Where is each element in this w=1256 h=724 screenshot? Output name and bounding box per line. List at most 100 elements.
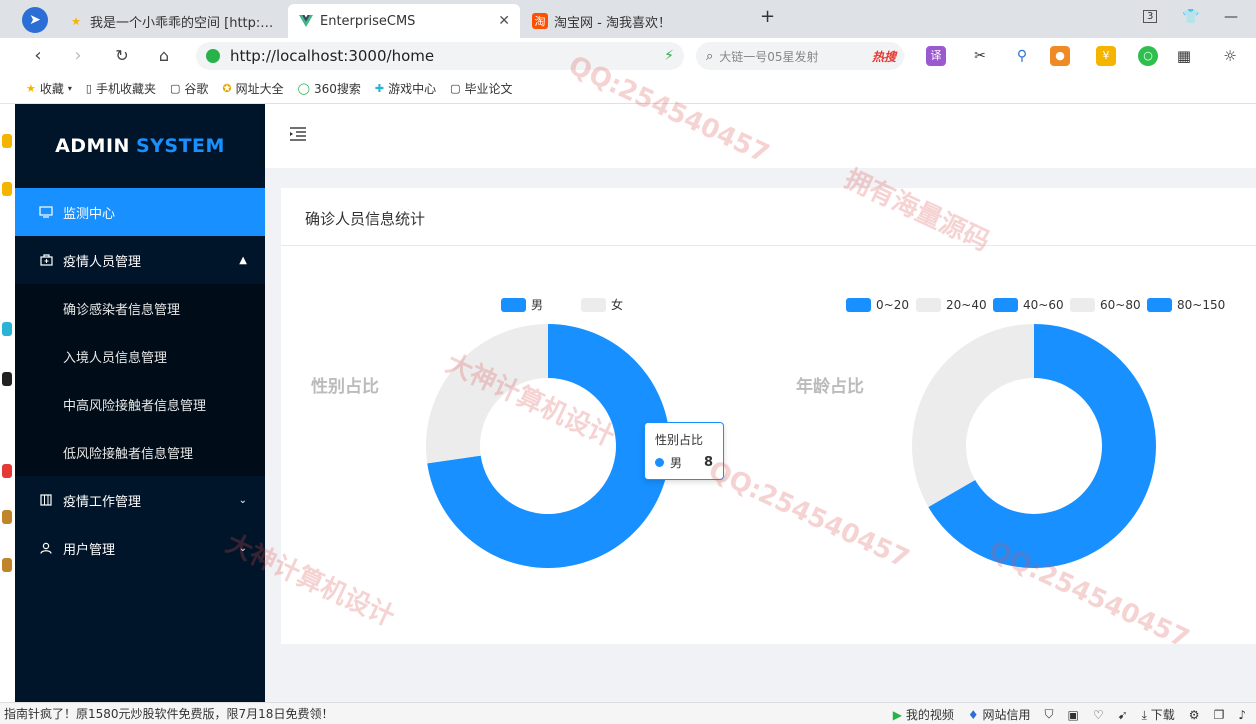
site-credit-button[interactable]: ♦ 网站信用 — [968, 706, 1031, 723]
card-title: 确诊人员信息统计 — [281, 188, 1256, 246]
legend-label: 60~80 — [1100, 298, 1141, 312]
sidebar-item-users[interactable]: 用户管理 ⌄ — [15, 524, 265, 572]
scissors-icon[interactable]: ✂ — [970, 46, 990, 66]
desktop-icon[interactable] — [2, 322, 12, 336]
page-icon: ▢ — [169, 82, 181, 95]
desktop-icon[interactable] — [2, 134, 12, 148]
sidebar-item-inbound[interactable]: 入境人员信息管理 — [15, 332, 265, 380]
legend-label: 20~40 — [946, 298, 987, 312]
app-logo: ADMIN SYSTEM — [55, 135, 225, 157]
forward-icon[interactable]: › — [66, 44, 90, 68]
legend-label: 0~20 — [876, 298, 909, 312]
main-content: 确诊人员信息统计 性别占比 男 女年龄占比 0~20 20~40 40~60 60~80 80… — [265, 168, 1256, 702]
search-input[interactable]: ⌕ 大链一号05星发射 热搜 — [696, 42, 904, 70]
desktop-icon[interactable] — [2, 464, 12, 478]
legend-swatch — [916, 298, 941, 312]
tab-enterprisecms[interactable]: EnterpriseCMS ✕ — [288, 4, 520, 38]
drop-icon: ♦ — [967, 708, 979, 722]
browser-logo-icon[interactable]: ➤ — [22, 7, 48, 33]
search-360-icon: ◯ — [297, 82, 310, 95]
apps-grid-icon[interactable]: ▦ — [1174, 46, 1194, 66]
theme-sun-icon[interactable]: ☼ — [1220, 46, 1240, 66]
video-icon: ▶ — [892, 708, 902, 722]
minimize-icon[interactable]: — — [1224, 9, 1238, 25]
sidebar-item-epidemic-work[interactable]: 疫情工作管理 ⌄ — [15, 476, 265, 524]
translate-icon[interactable]: 译 — [926, 46, 946, 66]
charts-svg: 性别占比 男 女年龄占比 0~20 20~40 40~60 60~80 80~150 — [311, 297, 1225, 568]
bookmark-favorites[interactable]: ★ 收藏 ▾ — [26, 80, 72, 97]
sidebar-item-high-risk[interactable]: 中高风险接触者信息管理 — [15, 380, 265, 428]
settings-icon[interactable]: ⚙ — [1189, 708, 1200, 722]
sidebar-item-low-risk[interactable]: 低风险接触者信息管理 — [15, 428, 265, 476]
game-icon: ✚ — [374, 82, 385, 95]
close-tab-icon[interactable]: ✕ — [498, 13, 510, 29]
reload-icon[interactable]: ↻ — [110, 44, 134, 68]
restore-window-icon[interactable]: ❐ — [1214, 708, 1225, 722]
pie-slice-女 — [426, 324, 548, 464]
medkit-icon — [39, 253, 53, 267]
tab-qzone[interactable]: ★ 我是一个小乖乖的空间 [http://2 — [58, 4, 286, 38]
page-icon: ▢ — [450, 82, 461, 95]
secure-icon — [206, 49, 220, 63]
sound-icon[interactable]: ♪ — [1238, 708, 1246, 722]
heart-monitor-icon[interactable]: ♡ — [1093, 708, 1104, 722]
image-icon[interactable]: ▣ — [1067, 708, 1078, 722]
chart-title: 性别占比 — [311, 376, 379, 397]
chart-title: 年龄占比 — [796, 376, 864, 397]
home-icon[interactable]: ⌂ — [152, 44, 176, 68]
legend-swatch — [1070, 298, 1095, 312]
my-video-button[interactable]: ▶ 我的视频 — [893, 706, 954, 723]
chevron-down-icon: ▾ — [67, 84, 72, 93]
desktop-strip — [0, 104, 15, 702]
sidebar-item-confirmed[interactable]: 确诊感染者信息管理 — [15, 284, 265, 332]
legend-label: 女 — [611, 297, 623, 312]
stats-card: 确诊人员信息统计 性别占比 男 女年龄占比 0~20 20~40 40~60 60~80 80… — [281, 188, 1256, 644]
legend-label: 男 — [531, 298, 543, 312]
bookmark-mobile[interactable]: ▯ 手机收藏夹 — [86, 80, 156, 97]
news-ticker[interactable]: 指南针疯了！原1580元炒股软件免费版，限7月18日免费领！ — [4, 705, 333, 722]
tab-count-badge[interactable]: 3 — [1143, 10, 1158, 23]
url-input[interactable]: http://localhost:3000/home ⚡ — [196, 42, 684, 70]
nav-icon: ✪ — [222, 82, 232, 95]
desktop-icon[interactable] — [2, 372, 12, 386]
search-icon: ⌕ — [706, 48, 714, 64]
sidebar: ADMIN SYSTEM 监测中心 疫情人员管理 ▲ 确诊感染者信息管理 入境人员… — [15, 104, 265, 702]
rocket-icon[interactable]: ➹ — [1118, 708, 1128, 722]
address-bar: ‹ › ↻ ⌂ http://localhost:3000/home ⚡ ⌕ 大… — [0, 38, 1256, 74]
legend-swatch — [846, 298, 871, 312]
magnifier-icon[interactable]: ⚲ — [1012, 46, 1032, 66]
lightning-icon[interactable]: ⚡ — [664, 48, 674, 64]
coin-extension-icon[interactable]: ¥ — [1096, 46, 1116, 66]
bookmark-games[interactable]: ✚ 游戏中心 — [375, 80, 436, 97]
legend-swatch — [1147, 298, 1172, 312]
chevron-down-icon: ⌄ — [238, 542, 247, 554]
legend-swatch — [501, 298, 526, 312]
menu-fold-icon[interactable] — [289, 126, 307, 147]
back-icon[interactable]: ‹ — [26, 44, 50, 68]
shield-icon[interactable]: ⛉ — [1044, 707, 1053, 722]
hot-search-link[interactable]: 热搜 — [872, 48, 896, 65]
submenu-epidemic-staff: 确诊感染者信息管理 入境人员信息管理 中高风险接触者信息管理 低风险接触者信息管… — [15, 284, 265, 476]
desktop-icon[interactable] — [2, 558, 12, 572]
new-tab-button[interactable]: + — [760, 6, 775, 27]
download-button[interactable]: ⤓ 下载 — [1142, 706, 1175, 723]
bookmark-nav[interactable]: ✪ 网址大全 — [222, 80, 283, 97]
bookmark-360[interactable]: ◯ 360搜索 — [298, 80, 361, 97]
chart-tooltip: 性别占比 男 8 — [644, 422, 724, 480]
tab-taobao[interactable]: 淘 淘宝网 - 淘我喜欢！ — [522, 4, 750, 38]
bookmark-thesis[interactable]: ▢ 毕业论文 — [450, 80, 512, 97]
download-icon: ⤓ — [1141, 708, 1147, 722]
green-extension-icon[interactable]: ○ — [1138, 46, 1158, 66]
desktop-icon[interactable] — [2, 510, 12, 524]
chevron-up-icon: ▲ — [239, 254, 247, 266]
desktop-icon[interactable] — [2, 182, 12, 196]
legend-label: 40~60 — [1023, 298, 1064, 312]
shirt-icon[interactable]: 👕 — [1182, 9, 1199, 25]
star-icon: ★ — [26, 82, 36, 95]
chart-area: 性别占比 男 女年龄占比 0~20 20~40 40~60 60~80 80~150 — [281, 248, 1256, 644]
game-extension-icon[interactable]: ● — [1050, 46, 1070, 66]
sidebar-item-dashboard[interactable]: 监测中心 — [15, 188, 265, 236]
chevron-down-icon: ⌄ — [238, 494, 247, 506]
bookmark-google[interactable]: ▢ 谷歌 — [170, 80, 208, 97]
sidebar-item-epidemic-staff[interactable]: 疫情人员管理 ▲ — [15, 236, 265, 284]
